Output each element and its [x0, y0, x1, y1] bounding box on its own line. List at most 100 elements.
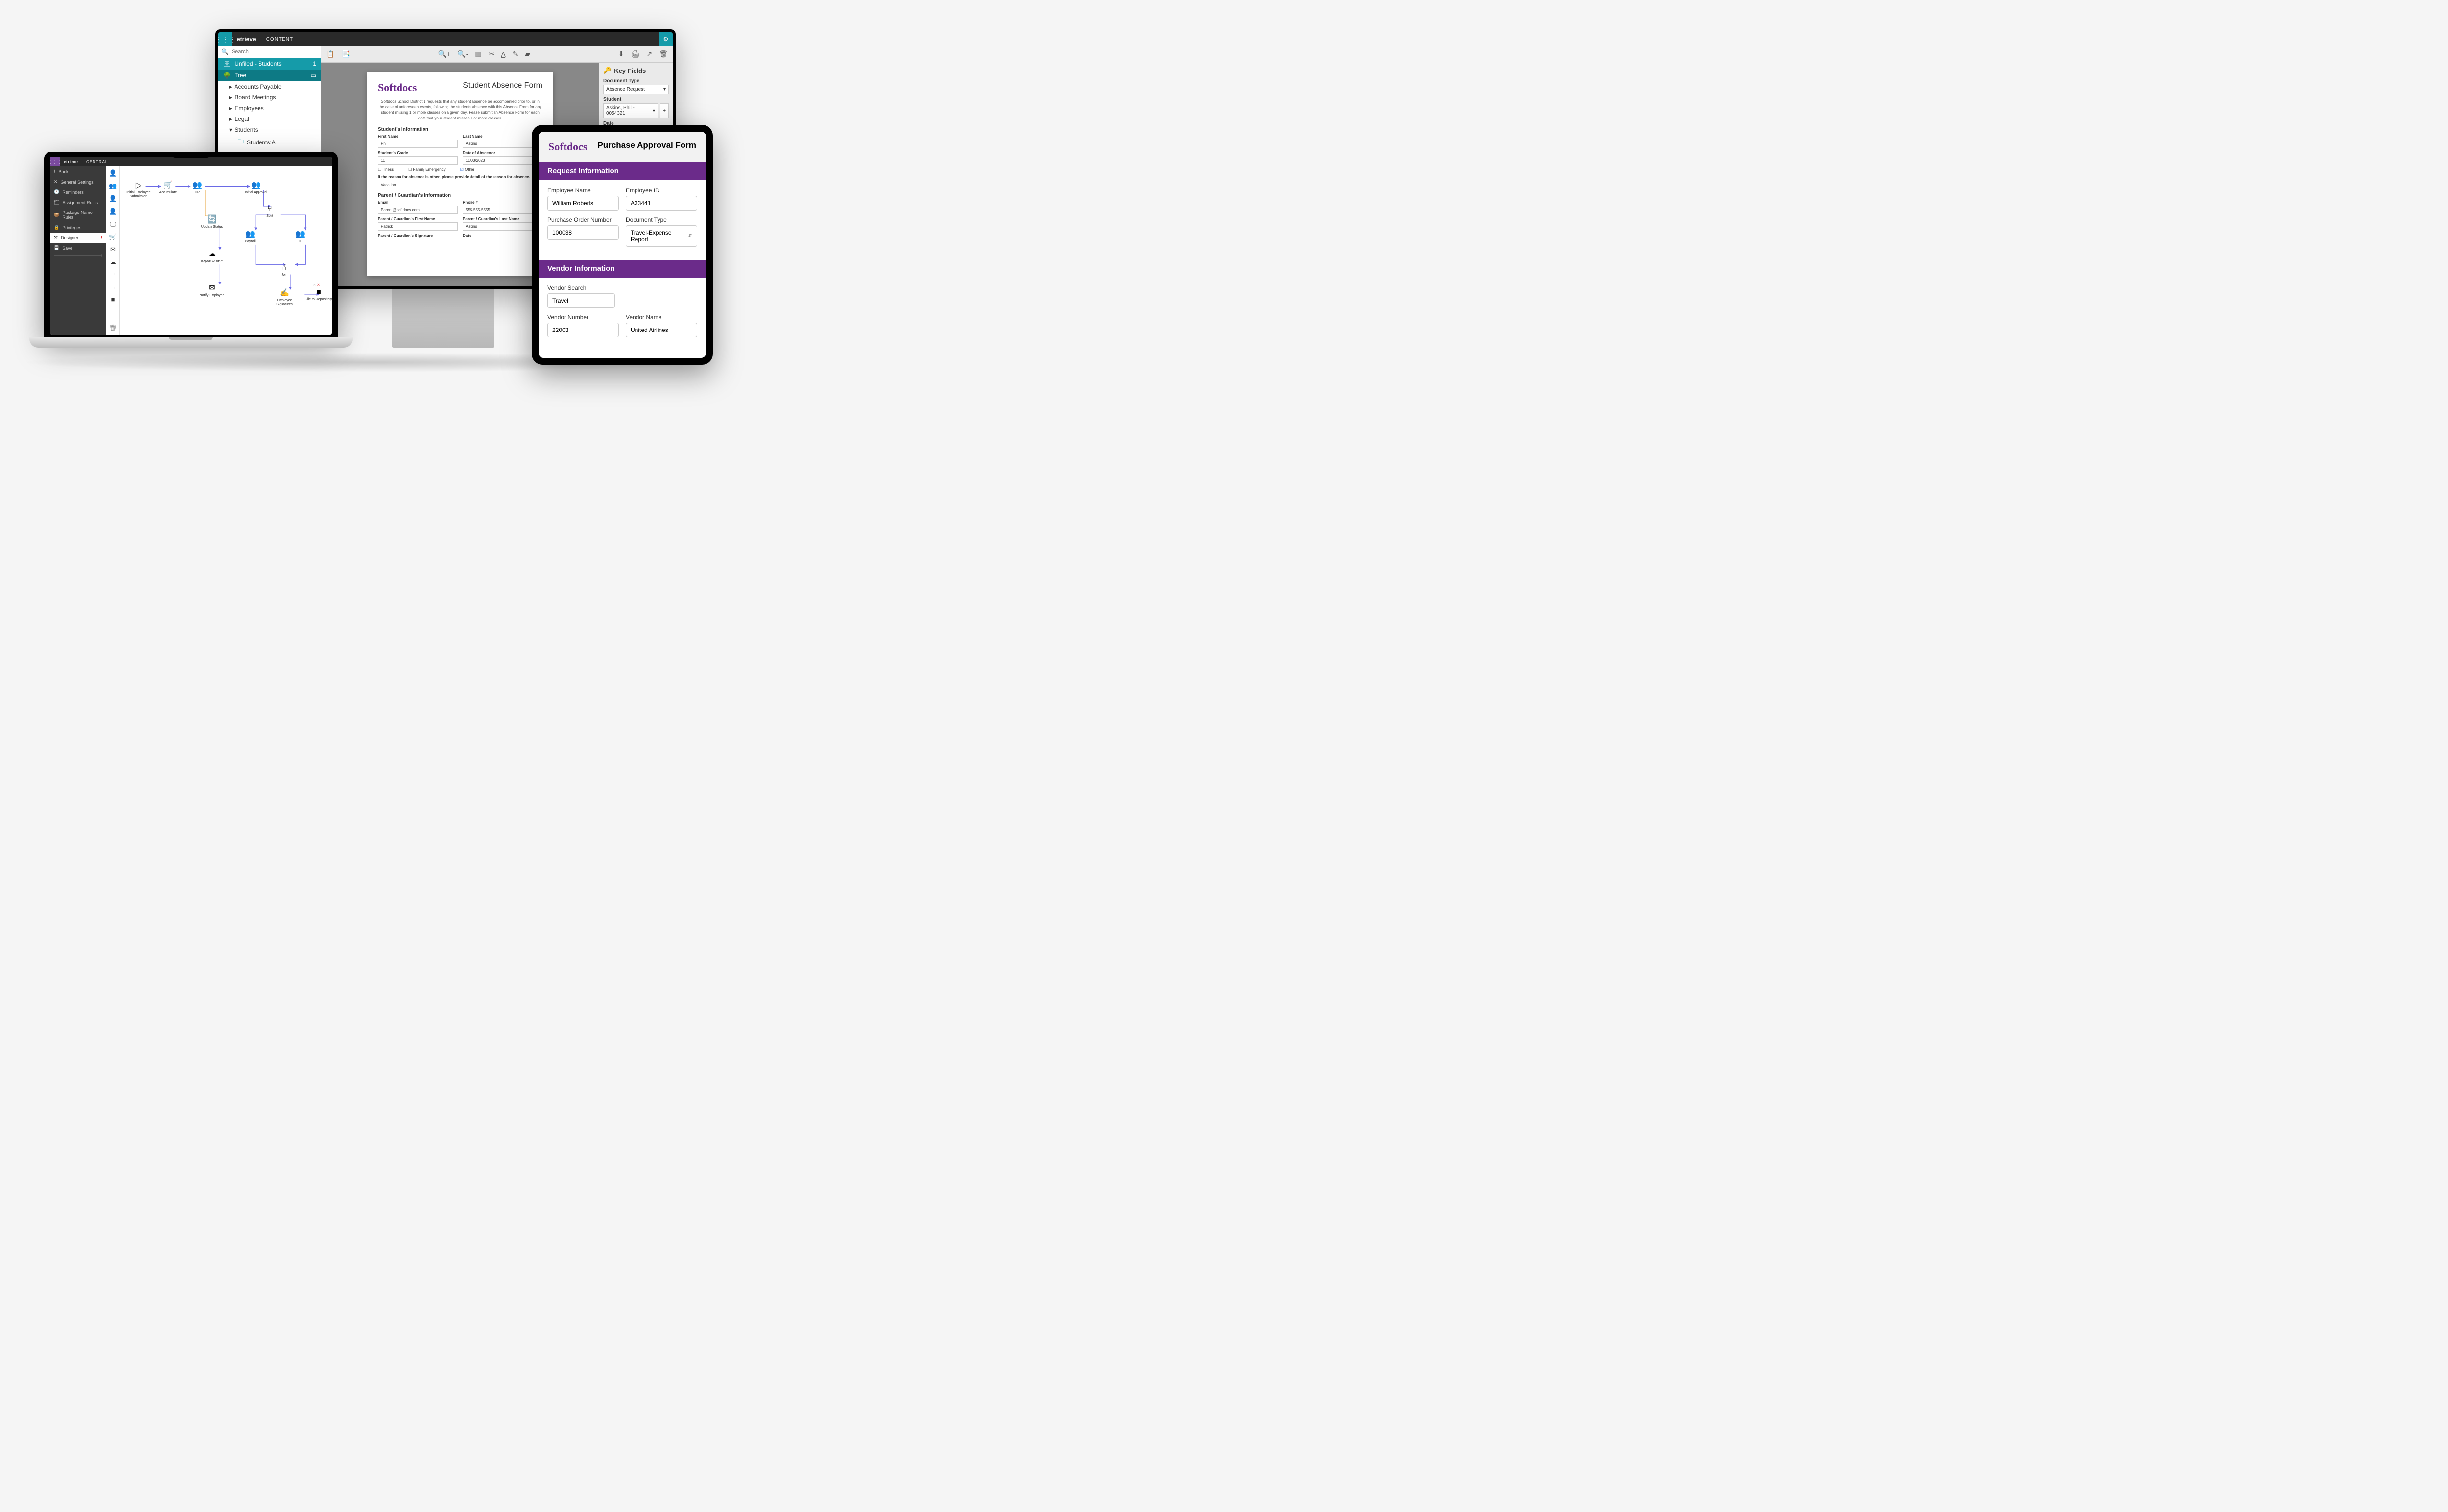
tool-basket-icon[interactable]: 🛒 [109, 233, 117, 241]
unfiled-row[interactable]: 🗄 Unfiled - Students 1 [218, 58, 321, 70]
wf-node-file[interactable]: ■File to Repository [305, 288, 332, 302]
form-intro: Softdocs School District 1 requests that… [378, 99, 542, 121]
tree-item-employees[interactable]: ▸ Employees [218, 103, 321, 114]
wf-node-notify[interactable]: ✉Notify Employee [198, 283, 226, 298]
tree-icon: 🌳 [223, 72, 231, 79]
apps-launcher-icon[interactable]: ⋮⋮⋮ [50, 157, 60, 166]
split-icon: ⑂ [256, 205, 283, 213]
tool-user-icon[interactable]: 👤 [109, 169, 117, 177]
text-select-icon[interactable]: A̲ [501, 50, 505, 58]
doc-type-select[interactable]: Absence Request▾ [603, 85, 669, 94]
settings-gear-icon[interactable]: ⚙ [659, 32, 673, 46]
nav-privileges[interactable]: 🔒Privileges [50, 222, 106, 233]
wf-node-join[interactable]: ⑃Join [271, 263, 298, 277]
share-icon[interactable]: ↗ [646, 50, 652, 58]
tree-item-legal[interactable]: ▸ Legal [218, 114, 321, 124]
tree-header[interactable]: 🌳 Tree ▭ [218, 70, 321, 81]
tool-split-icon[interactable]: ⑂ [111, 271, 115, 279]
last-name-input[interactable]: Askins [463, 140, 542, 148]
alert-badge: ! [101, 236, 102, 240]
download-icon[interactable]: ⬇ [618, 50, 624, 58]
vendor-search-input[interactable]: Travel [547, 293, 615, 308]
print-icon[interactable]: 🖨 [631, 50, 640, 58]
apps-launcher-icon[interactable]: ⋮⋮⋮ [218, 32, 232, 46]
tool-file-icon[interactable]: ■ [111, 296, 115, 303]
tool-cloud-icon[interactable]: ☁ [110, 259, 116, 266]
wf-node-payroll[interactable]: 👥Payroll [236, 229, 264, 244]
vendor-number-input[interactable]: 22003 [547, 323, 619, 337]
duplicate-icon[interactable]: 📑 [341, 50, 350, 58]
tree-item-students[interactable]: ▾ Students [218, 124, 321, 135]
wf-node-it[interactable]: 👥IT [286, 229, 314, 244]
chevron-down-icon: ▾ [653, 108, 655, 114]
wf-node-accumulate[interactable]: 🛒Accumulate [154, 180, 182, 195]
vendor-name-input[interactable]: United Airlines [626, 323, 697, 337]
emp-name-label: Employee Name [547, 187, 619, 194]
tool-screen-icon[interactable]: 🖵 [110, 220, 116, 228]
wf-node-initial-approval[interactable]: 👥Initial Approval [242, 180, 270, 195]
phone-input[interactable]: 555-555-5555 [463, 206, 542, 214]
content-topbar: ⋮⋮⋮ etrieve CONTENT ⚙ [218, 32, 673, 46]
delete-icon[interactable]: 🗑 [659, 50, 668, 58]
redact-icon[interactable]: ▰ [525, 50, 530, 58]
tool-join-icon[interactable]: ⑃ [111, 284, 115, 291]
other-checkbox[interactable]: ☑ Other [460, 167, 474, 172]
wf-node-export[interactable]: ☁Export to ERP [198, 249, 226, 263]
nav-reminders[interactable]: 🕓Reminders [50, 187, 106, 197]
doc-type-select[interactable]: Travel-Expense Report⇵ [626, 225, 697, 247]
sig-date-label: Date [463, 234, 542, 238]
assign-icon: 🗂 [54, 200, 59, 205]
wf-node-controls[interactable]: ○ ✕ [313, 283, 320, 287]
illness-checkbox[interactable]: ☐ Illness [378, 167, 394, 172]
zoom-in-icon[interactable]: 🔍+ [438, 50, 451, 58]
zoom-out-icon[interactable]: 🔍- [457, 50, 468, 58]
wf-node-update-status[interactable]: 🔄Update Status [198, 214, 226, 229]
wf-node-split[interactable]: ⑂Split [256, 205, 283, 218]
tree-item-students-a[interactable]: 🗀Students:A [218, 135, 321, 149]
nav-back[interactable]: ⟨Back [50, 166, 106, 177]
first-name-input[interactable]: Phil [378, 140, 458, 148]
back-icon: ⟨ [54, 169, 56, 174]
add-student-button[interactable]: + [660, 103, 669, 118]
date-absence-input[interactable]: 11/03/2023 [463, 156, 542, 165]
tool-trash-icon[interactable]: 🗑 [109, 324, 117, 332]
search-bar[interactable]: 🔍 [218, 46, 321, 58]
vendor-info-section: Vendor Information [539, 260, 706, 278]
emp-name-input[interactable]: William Roberts [547, 196, 619, 211]
reason-input[interactable]: Vacation [378, 181, 542, 189]
tree-item-accounts-payable[interactable]: ▸ Accounts Payable [218, 81, 321, 92]
pg-first-input[interactable]: Patrick [378, 222, 458, 231]
highlight-icon[interactable]: ✎ [513, 50, 518, 58]
folder-icon: 🗀 [238, 137, 244, 147]
emp-id-input[interactable]: A33441 [626, 196, 697, 211]
family-checkbox[interactable]: ☐ Family Emergency [408, 167, 446, 172]
grade-label: Student's Grade [378, 151, 458, 155]
wf-node-signatures[interactable]: ✍Employee Signatures [271, 288, 298, 306]
student-select[interactable]: Askins, Phil - 0054321▾ [603, 103, 658, 118]
tree-item-board-meetings[interactable]: ▸ Board Meetings [218, 92, 321, 103]
nav-general-settings[interactable]: ✕General Settings [50, 177, 106, 187]
workflow-canvas[interactable]: ▷Initial Employee Submission 🛒Accumulate… [120, 166, 332, 335]
copy-icon[interactable]: 📋 [326, 50, 334, 58]
tool-mail-icon[interactable]: ✉ [110, 246, 116, 254]
nav-designer[interactable]: ⚒Designer! [50, 233, 106, 243]
crop-icon[interactable]: ✂ [489, 50, 494, 58]
tree-toggle-icon[interactable]: ▭ [311, 72, 316, 79]
nav-assignment-rules[interactable]: 🗂Assignment Rules [50, 197, 106, 208]
pg-last-input[interactable]: Askins [463, 222, 542, 231]
tool-group-icon[interactable]: 👥 [109, 182, 117, 190]
tool-approve-icon[interactable]: 👤 [109, 195, 117, 203]
nav-save[interactable]: 💾Save [50, 243, 106, 253]
search-input[interactable] [232, 49, 318, 55]
nav-package-rules[interactable]: 📦Package Name Rules [50, 208, 106, 222]
wf-node-start[interactable]: ▷Initial Employee Submission [125, 180, 152, 198]
tool-escalate-icon[interactable]: 👤 [109, 208, 117, 215]
po-input[interactable]: 100038 [547, 225, 619, 240]
nav-collapse[interactable] [54, 255, 102, 256]
thumbnails-icon[interactable]: ▦ [475, 50, 481, 58]
group-icon: 👥 [286, 229, 314, 239]
grade-input[interactable]: 11 [378, 156, 458, 165]
wf-node-hr[interactable]: 👥HR [184, 180, 211, 195]
softdocs-logo: Softdocs [548, 141, 587, 153]
email-input[interactable]: Parent@softdocs.com [378, 206, 458, 214]
